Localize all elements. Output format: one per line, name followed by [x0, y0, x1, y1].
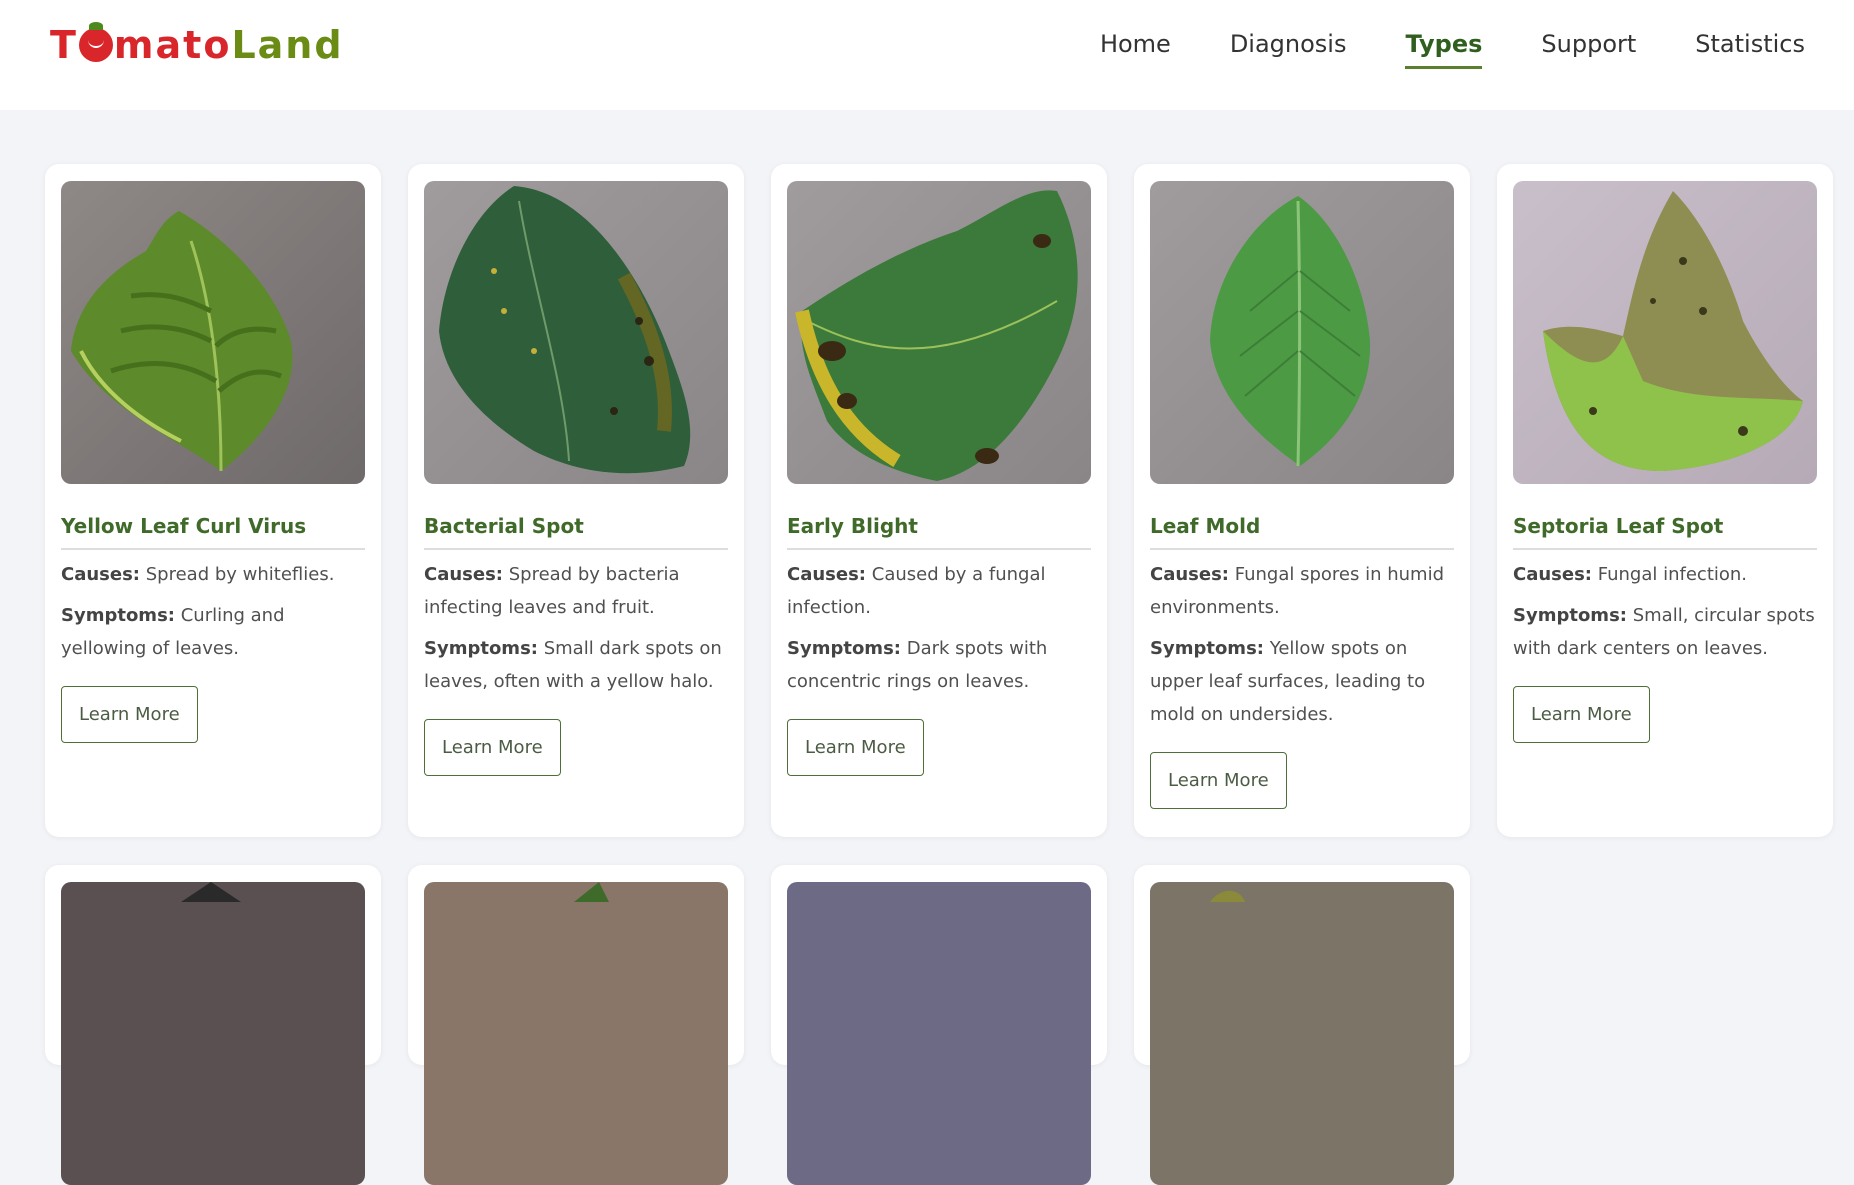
disease-card-yellow-leaf-curl-virus: Yellow Leaf Curl Virus Causes: Spread by…	[45, 164, 381, 837]
main-nav: Home Diagnosis Types Support Statistics	[1100, 30, 1805, 69]
learn-more-button[interactable]: Learn More	[424, 719, 561, 776]
nav-item-statistics[interactable]: Statistics	[1695, 30, 1805, 69]
disease-card-row2-1	[45, 865, 381, 1185]
card-title: Bacterial Spot	[424, 514, 728, 550]
leaf-image-row2-3	[787, 882, 1091, 1185]
leaf-image-septoria-leaf-spot	[1513, 181, 1817, 484]
nav-item-support[interactable]: Support	[1541, 30, 1636, 69]
leaf-image-row2-2	[424, 882, 728, 1185]
card-title: Septoria Leaf Spot	[1513, 514, 1817, 550]
card-causes: Causes: Fungal infection.	[1513, 564, 1748, 585]
card-title: Leaf Mold	[1150, 514, 1454, 550]
learn-more-button[interactable]: Learn More	[61, 686, 198, 743]
card-causes: Causes: Spread by bacteria infecting lea…	[424, 564, 680, 618]
disease-card-row2-2	[408, 865, 744, 1185]
disease-card-septoria-leaf-spot: Septoria Leaf Spot Causes: Fungal infect…	[1497, 164, 1833, 837]
card-title: Yellow Leaf Curl Virus	[61, 514, 365, 550]
leaf-image-leaf-mold	[1150, 181, 1454, 484]
disease-card-early-blight: Early Blight Causes: Caused by a fungal …	[771, 164, 1107, 837]
leaf-image-row2-4	[1150, 882, 1454, 1185]
card-symptoms: Symptoms: Yellow spots on upper leaf sur…	[1150, 638, 1426, 725]
disease-card-row2-3	[771, 865, 1107, 1185]
learn-more-button[interactable]: Learn More	[1513, 686, 1650, 743]
nav-item-home[interactable]: Home	[1100, 30, 1171, 69]
card-symptoms: Symptoms: Dark spots with concentric rin…	[787, 638, 1048, 692]
card-title: Early Blight	[787, 514, 1091, 550]
disease-card-row2-4	[1134, 865, 1470, 1185]
card-causes: Causes: Fungal spores in humid environme…	[1150, 564, 1445, 618]
card-causes: Causes: Caused by a fungal infection.	[787, 564, 1046, 618]
nav-item-diagnosis[interactable]: Diagnosis	[1230, 30, 1347, 69]
site-header: Tmato Land Home Diagnosis Types Support S…	[0, 0, 1854, 110]
learn-more-button[interactable]: Learn More	[1150, 752, 1287, 809]
leaf-image-yellow-leaf-curl-virus	[61, 181, 365, 484]
card-symptoms: Symptoms: Small dark spots on leaves, of…	[424, 638, 722, 692]
leaf-image-row2-1	[61, 882, 365, 1185]
card-symptoms: Symptoms: Curling and yellowing of leave…	[61, 605, 285, 659]
leaf-image-early-blight	[787, 181, 1091, 484]
nav-item-types[interactable]: Types	[1405, 30, 1483, 69]
card-causes: Causes: Spread by whiteflies.	[61, 564, 335, 585]
tomato-icon	[78, 22, 113, 62]
disease-card-bacterial-spot: Bacterial Spot Causes: Spread by bacteri…	[408, 164, 744, 837]
card-symptoms: Symptoms: Small, circular spots with dar…	[1513, 605, 1815, 659]
disease-card-leaf-mold: Leaf Mold Causes: Fungal spores in humid…	[1134, 164, 1470, 837]
learn-more-button[interactable]: Learn More	[787, 719, 924, 776]
leaf-image-bacterial-spot	[424, 181, 728, 484]
tomatoland-logo[interactable]: Tmato Land	[50, 22, 344, 64]
